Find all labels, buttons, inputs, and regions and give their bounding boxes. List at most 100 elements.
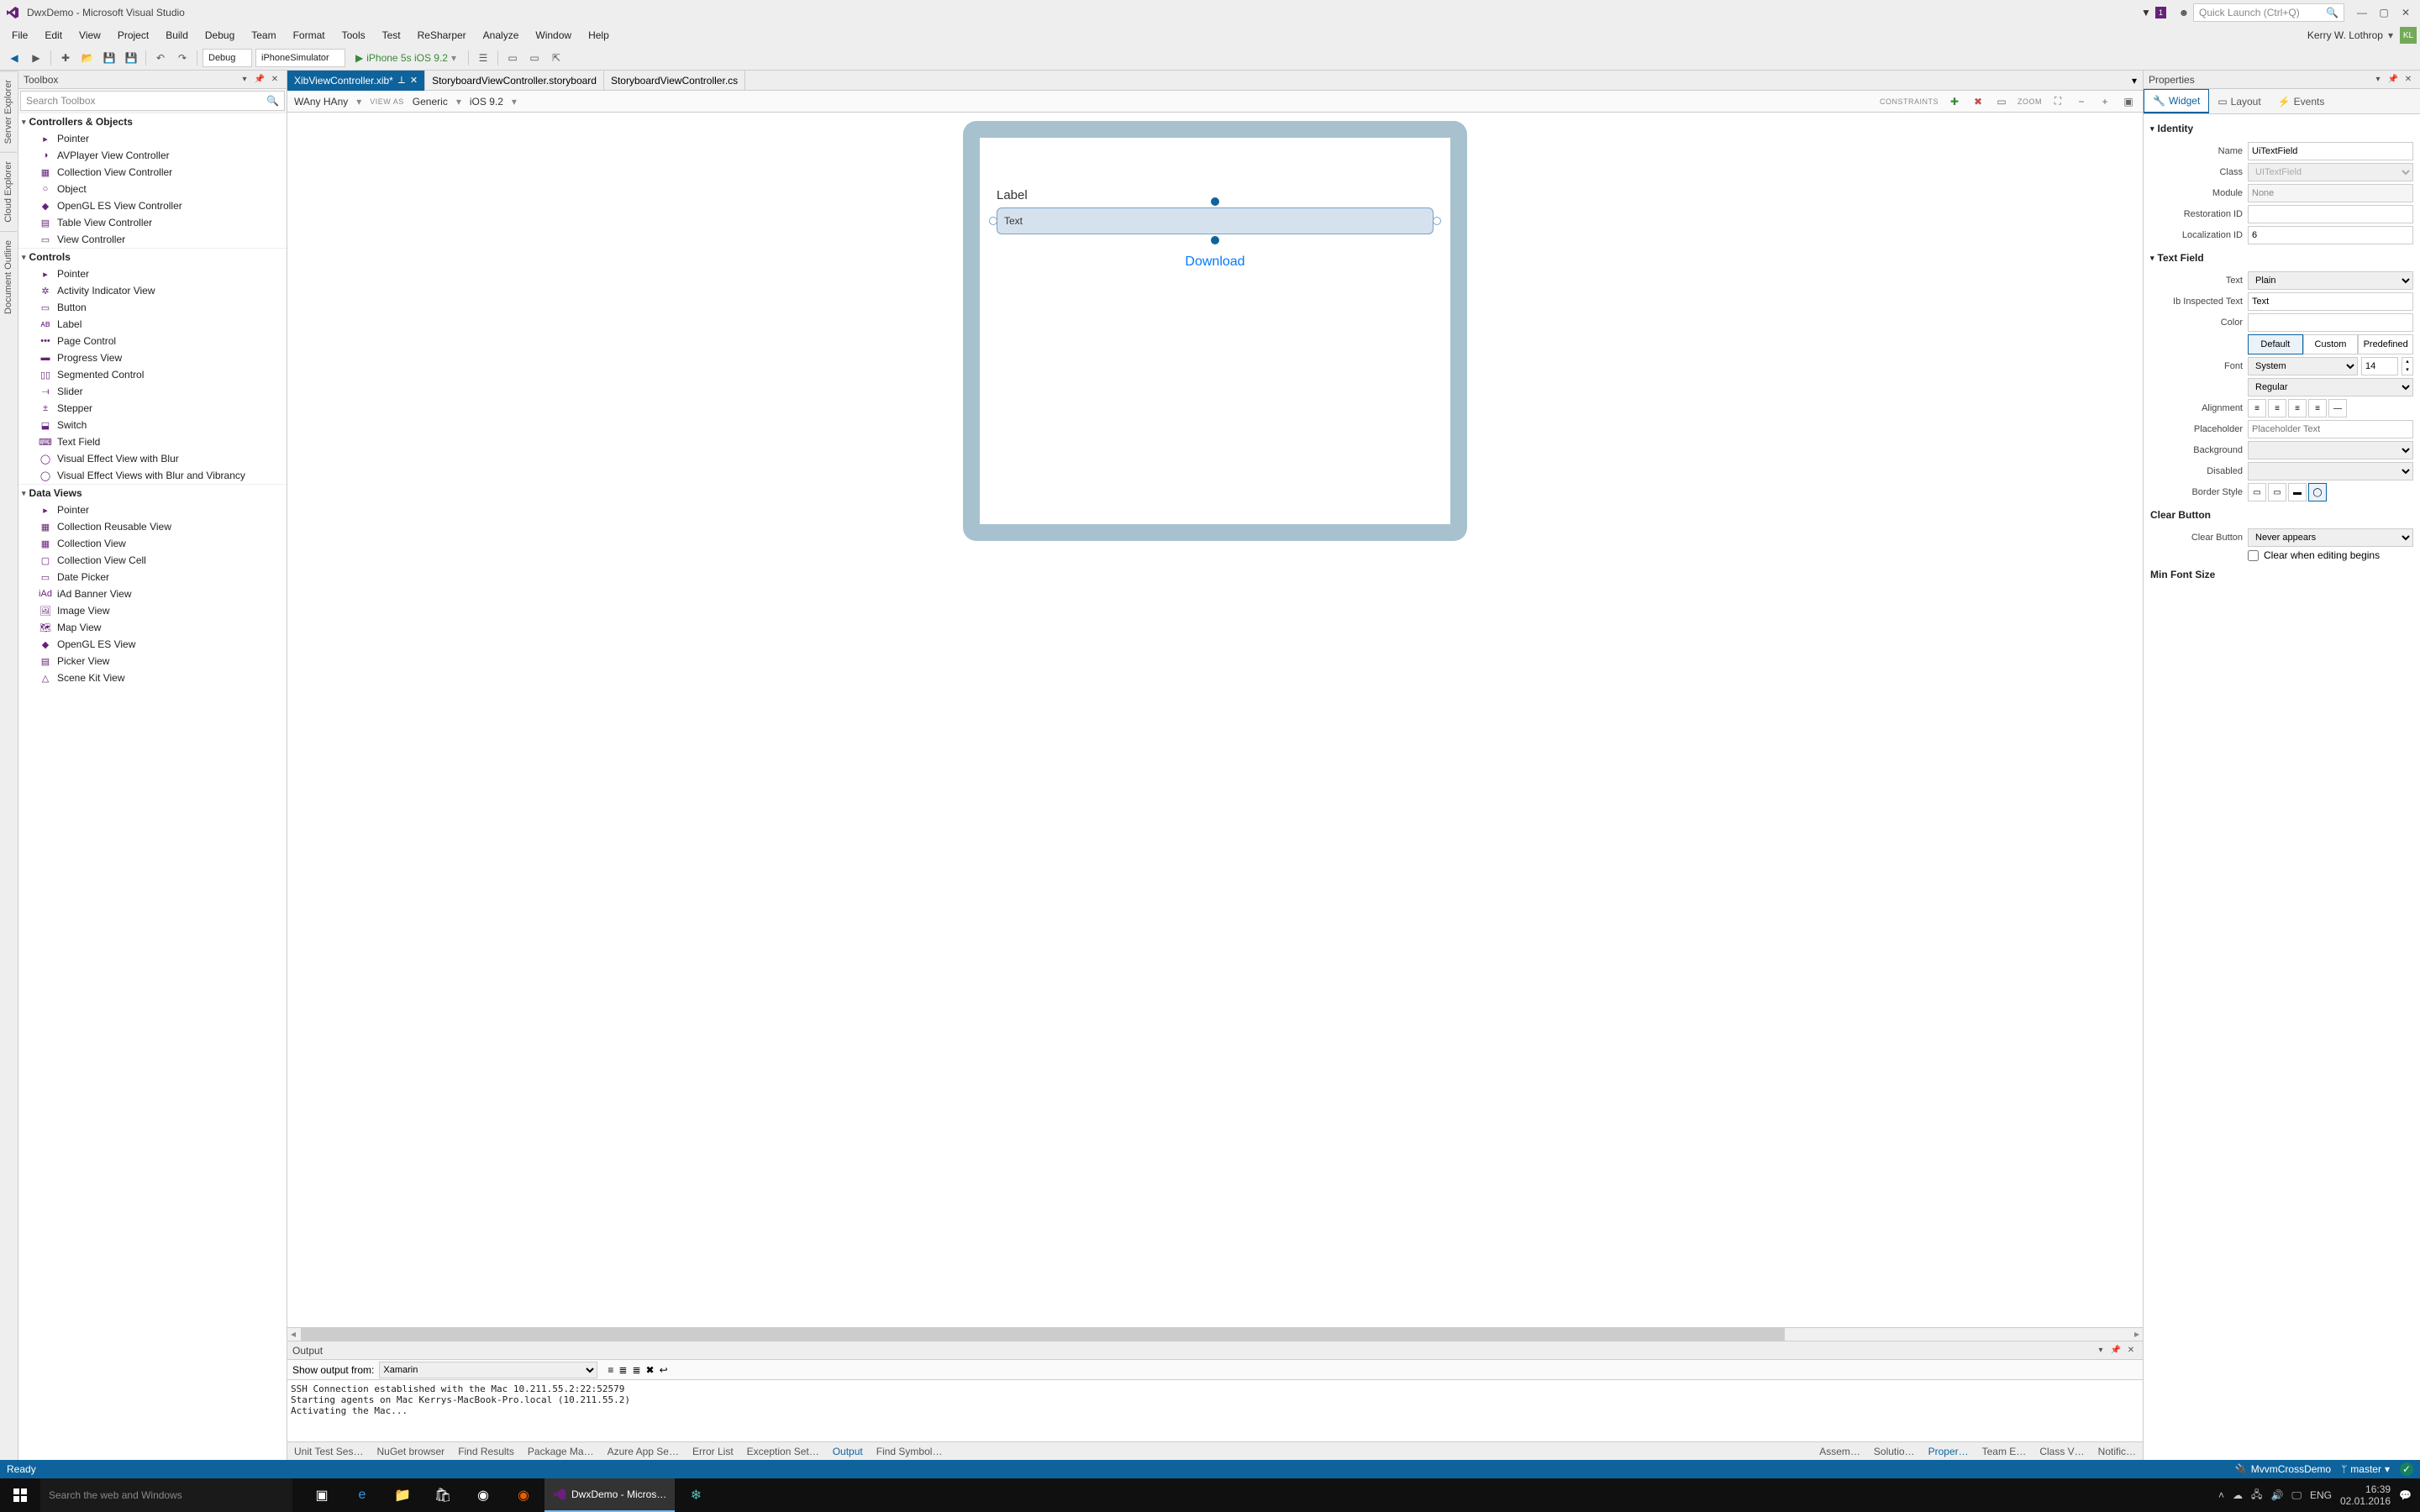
toolbar-icon-1[interactable]: ☰ (474, 49, 492, 67)
tray-notifications-icon[interactable]: 💬 (2399, 1489, 2412, 1501)
color-custom-button[interactable]: Custom (2303, 334, 2359, 354)
toolbox-search-input[interactable]: Search Toolbox 🔍 (20, 91, 285, 111)
nav-back-button[interactable]: ◀ (5, 49, 24, 67)
start-debug-button[interactable]: ▶ iPhone 5s iOS 9.2 ▾ (349, 49, 463, 67)
avatar[interactable]: KL (2400, 27, 2417, 44)
bottom-tab[interactable]: Exception Set… (740, 1442, 826, 1461)
nav-forward-button[interactable]: ▶ (27, 49, 45, 67)
scrollbar-thumb[interactable] (301, 1328, 1785, 1341)
view-as-chevron-icon[interactable]: ▾ (456, 96, 461, 108)
bottom-tab[interactable]: Output (826, 1442, 870, 1461)
minimize-button[interactable]: — (2353, 3, 2371, 22)
panel-dropdown-icon[interactable]: ▾ (238, 73, 251, 87)
panel-dropdown-icon[interactable]: ▾ (2094, 1344, 2107, 1357)
prop-text-select[interactable]: Plain (2248, 271, 2413, 290)
align-justify-button[interactable]: ≡ (2308, 399, 2327, 417)
toolbox-item[interactable]: ▭Date Picker (18, 569, 287, 585)
save-all-button[interactable]: 💾 (122, 49, 140, 67)
group-clear-button[interactable]: Clear Button (2150, 504, 2413, 526)
user-dropdown-icon[interactable]: ▾ (2388, 29, 2393, 41)
toolbox-item[interactable]: ▬Progress View (18, 349, 287, 366)
menu-format[interactable]: Format (285, 26, 334, 45)
config-select[interactable]: Debug (203, 49, 252, 67)
toolbox-item[interactable]: ⌨Text Field (18, 433, 287, 450)
tab-cs[interactable]: StoryboardViewController.cs (604, 71, 745, 91)
taskbar-app-icon[interactable]: ❄ (676, 1478, 715, 1512)
close-icon[interactable]: ✕ (2124, 1344, 2138, 1357)
toolbox-item[interactable]: ▭View Controller (18, 231, 287, 248)
constraint-frame-icon[interactable]: ▭ (1994, 94, 2009, 109)
menu-edit[interactable]: Edit (36, 26, 71, 45)
border-none-button[interactable]: ▭ (2248, 483, 2266, 501)
tab-storyboard[interactable]: StoryboardViewController.storyboard (425, 71, 604, 91)
ui-textfield[interactable]: Text (997, 207, 1434, 234)
group-identity[interactable]: ▾Identity (2150, 118, 2413, 139)
props-tab-widget[interactable]: 🔧 Widget (2144, 89, 2209, 113)
status-sync-icon[interactable]: ✓ (2400, 1462, 2413, 1476)
design-canvas[interactable]: Label Text Download (287, 113, 2143, 1327)
tray-volume-icon[interactable]: 🔊 (2270, 1489, 2283, 1501)
bottom-tab[interactable]: Find Symbol… (870, 1442, 950, 1461)
group-text-field[interactable]: ▾Text Field (2150, 247, 2413, 269)
zoom-actual-icon[interactable]: ▣ (2121, 94, 2136, 109)
tray-display-icon[interactable]: 🖵 (2291, 1489, 2302, 1502)
toolbox-item[interactable]: ○Object (18, 181, 287, 197)
toolbox-item[interactable]: ▦Collection Reusable View (18, 518, 287, 535)
bottom-tab[interactable]: Find Results (451, 1442, 521, 1461)
prop-ib-input[interactable] (2248, 292, 2413, 311)
prop-font-size-input[interactable] (2361, 357, 2398, 375)
maximize-button[interactable]: ▢ (2375, 3, 2393, 22)
prop-localization-input[interactable] (2248, 226, 2413, 244)
toolbox-item[interactable]: ▸Pointer (18, 501, 287, 518)
output-icon-2[interactable]: ≣ (618, 1364, 627, 1376)
ios-chevron-icon[interactable]: ▾ (512, 96, 517, 108)
toolbox-item[interactable]: ▤Table View Controller (18, 214, 287, 231)
taskbar-firefox-icon[interactable]: ◉ (504, 1478, 543, 1512)
toolbar-icon-4[interactable]: ⇱ (547, 49, 566, 67)
toolbox-item[interactable]: ᴀʙLabel (18, 316, 287, 333)
output-icon-3[interactable]: ≣ (632, 1364, 640, 1376)
color-predefined-button[interactable]: Predefined (2358, 334, 2413, 354)
view-as-select[interactable]: Generic (413, 96, 448, 108)
zoom-fit-icon[interactable]: ⛶ (2050, 94, 2065, 109)
menu-debug[interactable]: Debug (197, 26, 243, 45)
toolbox-item[interactable]: ◆OpenGL ES View (18, 636, 287, 653)
user-name[interactable]: Kerry W. Lothrop (2307, 29, 2386, 41)
taskbar-edge-icon[interactable]: e (343, 1478, 381, 1512)
output-icon-1[interactable]: ≡ (608, 1364, 613, 1376)
font-size-up-button[interactable]: ▴ (2402, 358, 2412, 366)
scroll-left-icon[interactable]: ◂ (287, 1328, 299, 1341)
task-view-button[interactable]: ▣ (302, 1478, 341, 1512)
size-class-select[interactable]: WAny HAny (294, 96, 348, 108)
toolbox-item[interactable]: ◯Visual Effect View with Blur (18, 450, 287, 467)
align-none-button[interactable]: — (2328, 399, 2347, 417)
prop-restoration-input[interactable] (2248, 205, 2413, 223)
menu-help[interactable]: Help (580, 26, 618, 45)
selection-handle-top[interactable] (1211, 197, 1219, 206)
prop-clear-editing-checkbox[interactable] (2248, 550, 2259, 561)
bottom-tab[interactable]: Azure App Se… (601, 1442, 686, 1461)
bottom-tab[interactable]: Solutio… (1867, 1442, 1922, 1461)
props-tab-layout[interactable]: ▭ Layout (2209, 89, 2269, 113)
feedback-icon[interactable]: ☻ (2175, 3, 2193, 22)
bottom-tab[interactable]: Proper… (1922, 1442, 1975, 1461)
side-tab-document-outline[interactable]: Document Outline (0, 231, 17, 323)
taskbar-chrome-icon[interactable]: ◉ (464, 1478, 502, 1512)
tray-language[interactable]: ENG (2310, 1489, 2332, 1501)
taskbar-explorer-icon[interactable]: 📁 (383, 1478, 422, 1512)
border-rounded-button[interactable]: ◯ (2308, 483, 2327, 501)
menu-build[interactable]: Build (157, 26, 197, 45)
open-file-button[interactable]: 📂 (78, 49, 97, 67)
close-icon[interactable]: ✕ (410, 75, 418, 86)
side-tab-cloud-explorer[interactable]: Cloud Explorer (0, 152, 17, 231)
border-line-button[interactable]: ▭ (2268, 483, 2286, 501)
toolbox-group[interactable]: ▾Controllers & Objects (18, 113, 287, 130)
zoom-out-icon[interactable]: − (2074, 94, 2089, 109)
constraint-remove-icon[interactable]: ✖ (1970, 94, 1986, 109)
toolbar-icon-3[interactable]: ▭ (525, 49, 544, 67)
output-clear-icon[interactable]: ✖ (646, 1364, 655, 1376)
constraint-add-icon[interactable]: ✚ (1947, 94, 1962, 109)
toolbox-item[interactable]: iAdiAd Banner View (18, 585, 287, 602)
toolbox-item[interactable]: ⬓Switch (18, 417, 287, 433)
horizontal-scrollbar[interactable]: ◂ ▸ (287, 1327, 2143, 1341)
